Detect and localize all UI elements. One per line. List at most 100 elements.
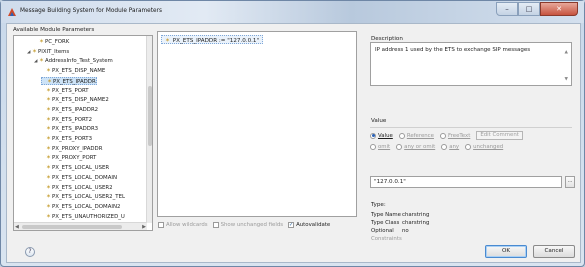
type-info-row: Constraints — [371, 235, 429, 243]
value-mode-row-2: omit any or omit any unchanged — [370, 144, 509, 150]
autovalidate-label: Autovalidate — [296, 222, 331, 228]
type-info-key: Type Name — [371, 212, 401, 218]
app-icon — [8, 8, 16, 16]
close-icon: ✕ — [556, 5, 562, 13]
tree-item[interactable]: ✶PX_ETS_IPADDR2 — [41, 106, 98, 114]
type-info-key: Type Class — [371, 220, 400, 226]
tree-item[interactable]: ✶PC_FORK — [34, 38, 69, 46]
tree-item[interactable]: ✶PX_ETS_UNAUTHORIZED_U — [41, 213, 125, 221]
type-info-key: Constraints — [371, 236, 402, 242]
tree-item[interactable]: ✶PX_PROXY_PORT — [41, 154, 96, 162]
type-info: Type Name charstring Type Class charstring O… — [371, 211, 429, 243]
tree-vertical-scroll-thumb[interactable] — [148, 86, 152, 146]
freetext-radio-option[interactable]: FreeText — [439, 132, 471, 139]
tree-item[interactable]: ✶PX_ETS_LOCAL_DOMAIN — [41, 174, 117, 182]
tree-item[interactable]: ✶PX_ETS_LOCAL_USER2_TEL — [41, 193, 125, 201]
freetext-radio[interactable] — [439, 132, 446, 139]
unchanged-radio[interactable] — [465, 144, 472, 150]
tree-item[interactable]: ✶PX_ETS_PORT — [41, 87, 89, 95]
any-or-omit-radio-option[interactable]: any or omit — [396, 144, 435, 150]
unchanged-radio-option[interactable]: unchanged — [465, 144, 503, 150]
tree-item-label: PX_PROXY_IPADDR — [52, 145, 103, 152]
parameter-tree[interactable]: ✶PX_ETS_UNAUTHORIZED_U ✶PX_ETS_LOCAL_DOMA… — [13, 35, 153, 231]
allow-wildcards-option[interactable]: Allow wildcards — [158, 222, 208, 228]
type-info-value: charstring — [402, 220, 430, 226]
value-mode-row-1: Value Reference FreeText Edit Comment — [370, 131, 523, 140]
description-box: IP address 1 used by the ETS to exchange… — [370, 42, 572, 86]
tree-item-label: PC_FORK — [45, 39, 70, 45]
unchanged-radio-label: unchanged — [473, 144, 504, 150]
tree-item[interactable]: ✶PX_ETS_LOCAL_USER2 — [41, 184, 113, 192]
ok-button[interactable]: OK — [485, 245, 527, 258]
dialog-window: Message Building System for Module Param… — [0, 0, 585, 267]
show-unchanged-label: Show unchanged fields — [220, 222, 284, 228]
any-or-omit-radio[interactable] — [396, 144, 403, 150]
message-structure-panel[interactable]: ✶ PX_ETS_IPADDR := "127.0.0.1" — [157, 31, 357, 217]
any-radio[interactable] — [441, 144, 448, 150]
selected-parameter-item[interactable]: ✶ PX_ETS_IPADDR := "127.0.0.1" — [161, 35, 264, 44]
tree-item-label: PX_ETS_LOCAL_USER — [52, 165, 110, 172]
tree-item-label: PX_PROXY_PORT — [52, 155, 97, 162]
help-button[interactable]: ? — [25, 247, 35, 257]
tree-item-label: PX_ETS_DISP_NAME2 — [52, 97, 109, 104]
scroll-right-arrow-icon[interactable]: ▶ — [142, 223, 146, 230]
tree-item[interactable]: ✶PX_ETS_LOCAL_USER — [41, 164, 109, 172]
tree-item-label: PX_ETS_UNAUTHORIZED_U — [52, 213, 125, 220]
window-controls: – □ ✕ — [496, 2, 578, 16]
tree-item-label: PX_ETS_IPADDR2 — [52, 106, 99, 113]
tree-item-label: PX_ETS_PORT — [52, 87, 89, 94]
show-unchanged-checkbox[interactable] — [212, 222, 219, 228]
tree-item[interactable]: ✶PX_ETS_DISP_NAME2 — [41, 96, 109, 104]
tree-horizontal-scroll-thumb[interactable] — [22, 225, 122, 229]
value-input[interactable]: "127.0.0.1" — [370, 176, 562, 188]
cancel-button[interactable]: Cancel — [533, 245, 575, 258]
allow-wildcards-checkbox[interactable] — [158, 222, 164, 228]
description-text: IP address 1 used by the ETS to exchange… — [375, 47, 531, 53]
tree-item[interactable]: ✶PX_PROXY_IPADDR — [41, 145, 102, 153]
tree-horizontal-scrollbar[interactable]: ◀ ▶ — [14, 222, 147, 230]
tree-item-label: PX_ETS_DISP_NAME — [52, 68, 106, 75]
scroll-up-icon[interactable]: ▲ — [565, 50, 568, 55]
tree-item[interactable]: ✶PX_ETS_PORT3 — [41, 135, 92, 143]
reference-radio[interactable] — [398, 132, 405, 139]
edit-comment-button[interactable]: Edit Comment — [476, 131, 523, 140]
scroll-down-icon[interactable]: ▼ — [565, 77, 568, 82]
any-radio-option[interactable]: any — [441, 144, 459, 150]
show-unchanged-option[interactable]: Show unchanged fields — [212, 222, 284, 228]
browse-button[interactable]: ... — [565, 176, 575, 188]
type-info-row: Type Class charstring — [371, 219, 429, 227]
tree-item-label: PX_ETS_LOCAL_DOMAIN — [52, 174, 118, 181]
title-bar[interactable]: Message Building System for Module Param… — [1, 1, 584, 23]
tree-item[interactable]: ◢ ✶AddressInfo_Test_System — [34, 57, 113, 65]
tree-item-label: PX_ETS_LOCAL_USER2_TEL — [52, 194, 126, 201]
minimize-icon: – — [505, 5, 509, 13]
scroll-left-arrow-icon[interactable]: ◀ — [15, 223, 19, 230]
tree-item[interactable]: ✶PX_ETS_DISP_NAME — [41, 67, 105, 75]
maximize-button[interactable]: □ — [518, 2, 540, 16]
autovalidate-option[interactable]: ✓ Autovalidate — [288, 222, 330, 228]
tree-item[interactable]: ✶PX_ETS_PORT2 — [41, 116, 92, 124]
details-panel: Description IP address 1 used by the ETS… — [362, 24, 581, 242]
minimize-button[interactable]: – — [496, 2, 518, 16]
tree-item-label: PX_ETS_PORT2 — [52, 116, 93, 123]
tree-vertical-scrollbar[interactable] — [146, 36, 152, 223]
close-button[interactable]: ✕ — [540, 2, 578, 16]
freetext-radio-label: FreeText — [447, 132, 471, 139]
allow-wildcards-label: Allow wildcards — [166, 222, 208, 228]
omit-radio[interactable] — [370, 144, 376, 150]
autovalidate-checkbox[interactable]: ✓ — [288, 222, 295, 228]
tree-item[interactable]: ◢ ✶PIXIT_Items — [27, 48, 69, 56]
tree-item-label: PX_ETS_IPADDR3 — [52, 126, 99, 133]
reference-radio-option[interactable]: Reference — [398, 132, 434, 139]
type-info-key: Optional — [371, 228, 394, 234]
type-info-value: charstring — [402, 212, 430, 218]
omit-radio-option[interactable]: omit — [370, 144, 390, 150]
omit-radio-label: omit — [378, 144, 391, 150]
value-radio[interactable] — [370, 132, 376, 139]
tree-item[interactable]: ✶PX_ETS_LOCAL_DOMAIN2 — [41, 203, 120, 211]
tree-item[interactable]: ✶PX_ETS_IPADDR3 — [41, 125, 98, 133]
maximize-icon: □ — [525, 5, 533, 13]
tree-item[interactable]: ✶PX_ETS_IPADDR — [41, 76, 97, 85]
value-radio-option[interactable]: Value — [370, 132, 393, 139]
value-separator — [370, 127, 572, 128]
